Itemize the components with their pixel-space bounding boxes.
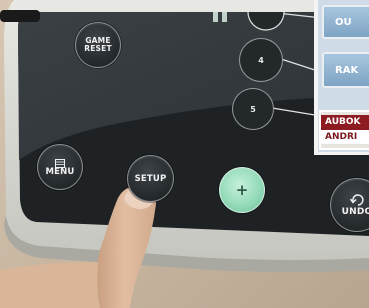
- game-reset-label-line2: RESET: [84, 44, 112, 53]
- player-box[interactable]: AUBOK ANDRI: [319, 110, 369, 150]
- cable: [0, 10, 40, 22]
- number-5-label: 5: [250, 104, 256, 114]
- player-box-line2: ANDRI: [321, 130, 369, 144]
- screen-top-button[interactable]: OU: [322, 5, 369, 39]
- setup-label: SETUP: [134, 173, 167, 184]
- plus-button[interactable]: +: [219, 167, 265, 213]
- menu-button[interactable]: MENU: [37, 144, 83, 190]
- undo-icon: [350, 194, 364, 206]
- screen-top-button-label: OU: [335, 16, 352, 28]
- indicator-light: [213, 12, 218, 22]
- undo-label: UNDO: [341, 207, 369, 217]
- menu-label: MENU: [45, 166, 75, 177]
- screen-middle-button-label: RAK: [335, 64, 359, 76]
- setup-button[interactable]: SETUP: [127, 155, 174, 202]
- hand: [0, 262, 100, 308]
- player-box-line1: AUBOK: [321, 115, 369, 130]
- game-reset-button[interactable]: GAME RESET: [75, 22, 121, 68]
- plus-label: +: [235, 181, 249, 199]
- number-4-label: 4: [258, 55, 264, 65]
- indicator-light: [222, 12, 227, 22]
- number-button-5[interactable]: 5: [232, 88, 274, 130]
- screen-middle-button[interactable]: RAK: [322, 52, 369, 88]
- number-button-4[interactable]: 4: [239, 38, 283, 82]
